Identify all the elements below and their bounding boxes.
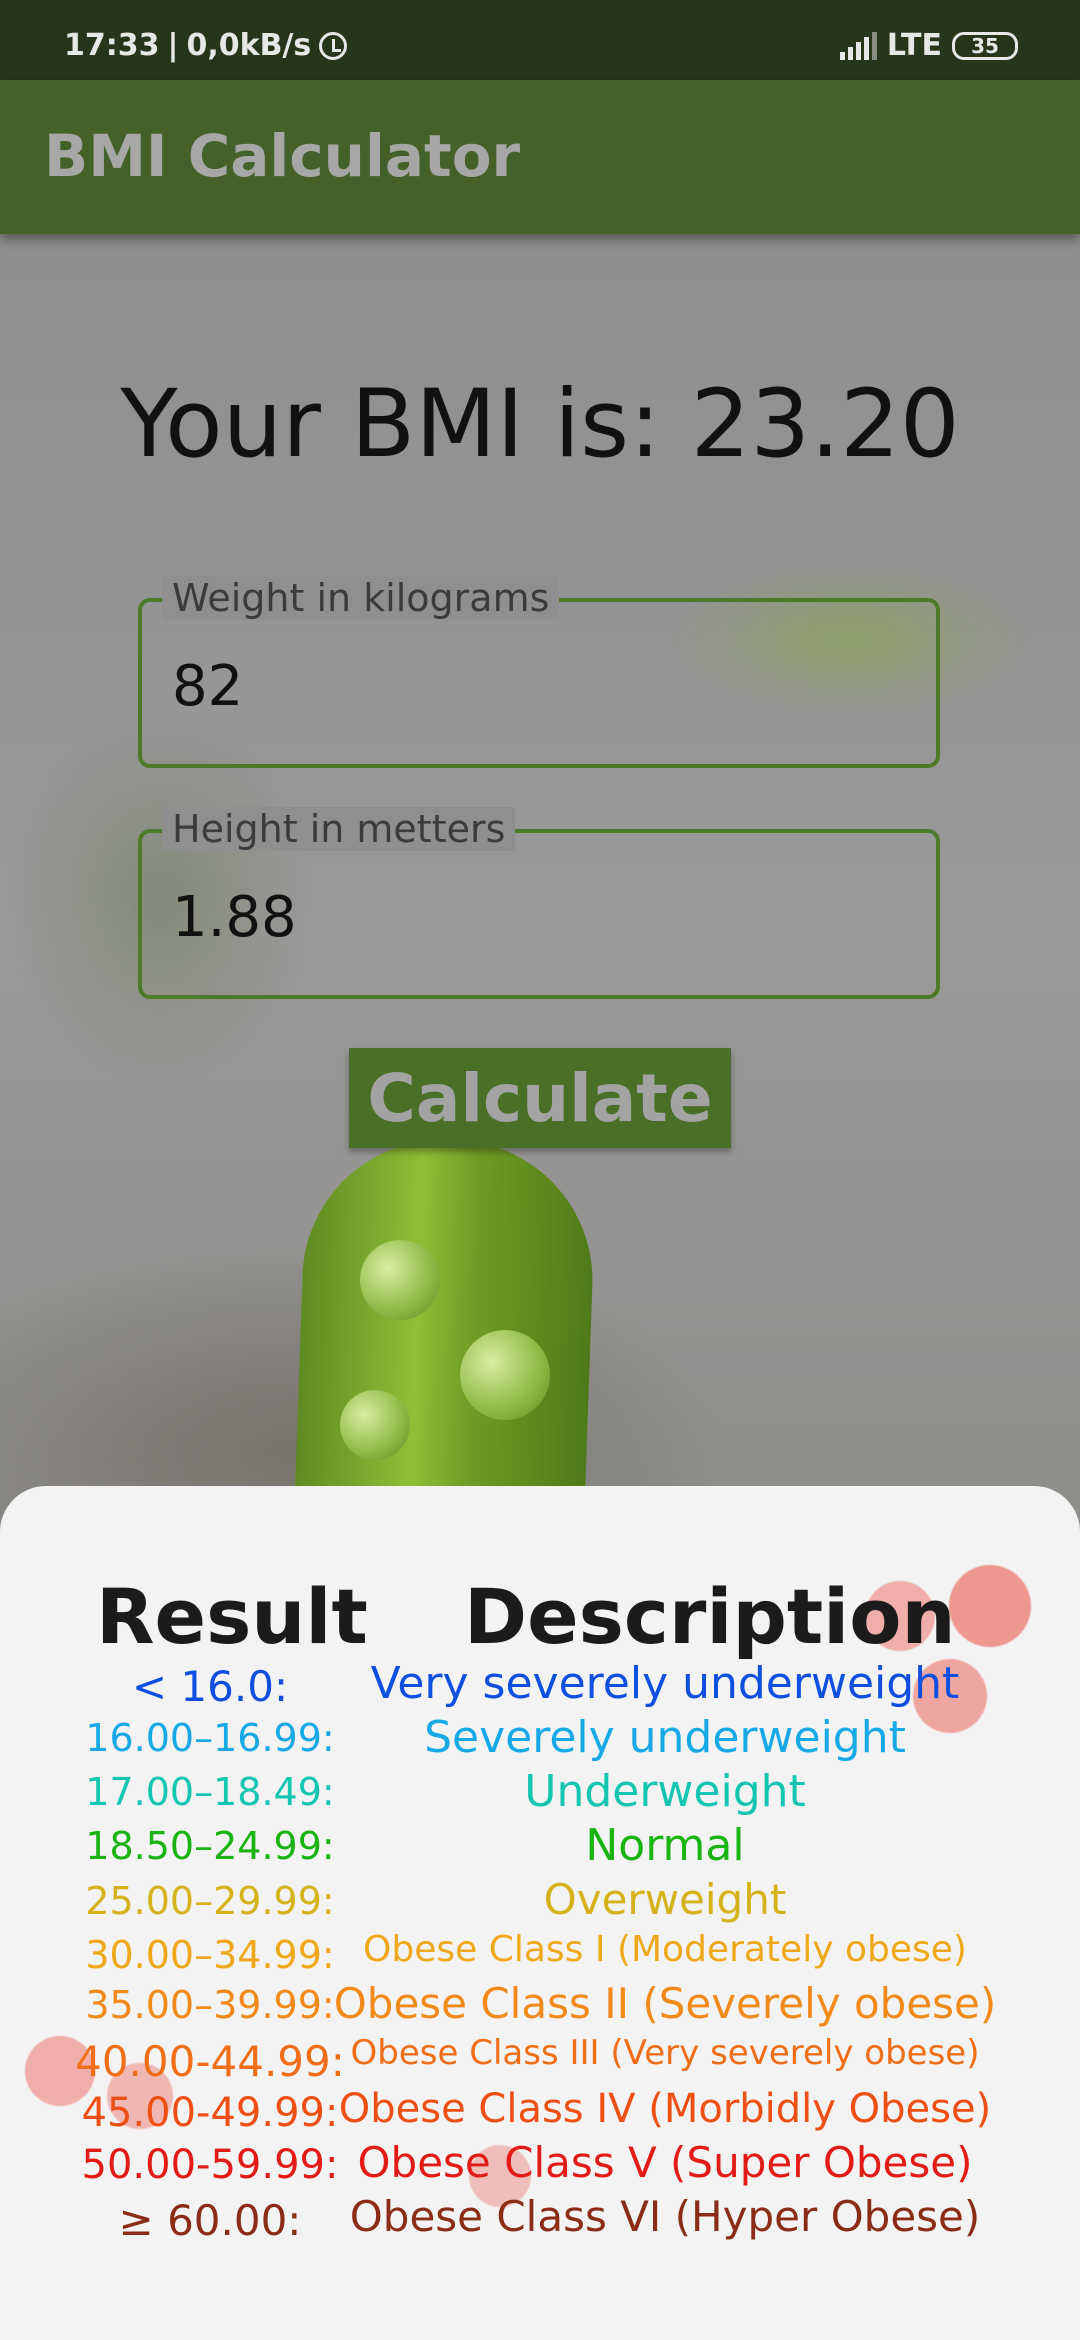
- result-description: Obese Class V (Super Obese): [357, 2138, 973, 2187]
- app-bar: BMI Calculator: [0, 80, 1080, 234]
- result-description: Overweight: [543, 1875, 787, 1924]
- result-description: Obese Class VI (Hyper Obese): [349, 2192, 981, 2241]
- height-input[interactable]: 1.88: [172, 885, 297, 950]
- status-time: 17:33: [64, 28, 160, 63]
- height-field[interactable]: Height in metters 1.88: [138, 807, 940, 999]
- result-description: Obese Class II (Severely obese): [333, 1979, 997, 2028]
- pea-image: [360, 1240, 440, 1320]
- status-bar: 17:33 | 0,0kB/s LTE 35: [0, 0, 1080, 80]
- weight-field[interactable]: Weight in kilograms 82: [138, 576, 940, 768]
- pea-image: [340, 1390, 410, 1460]
- description-header: Description: [464, 1572, 956, 1661]
- battery-icon: 35: [952, 31, 1018, 60]
- weight-field-label: Weight in kilograms: [162, 576, 560, 620]
- battery-level: 35: [971, 33, 999, 58]
- app-title: BMI Calculator: [44, 122, 521, 190]
- signal-icon: [839, 31, 877, 60]
- result-description: Obese Class IV (Morbidly Obese): [338, 2086, 992, 2132]
- status-right: LTE 35: [839, 28, 1018, 63]
- weight-input[interactable]: 82: [172, 654, 243, 719]
- pea-image: [460, 1330, 550, 1420]
- alarm-icon: [319, 31, 348, 60]
- result-header: Result: [96, 1572, 368, 1661]
- result-description: Obese Class I (Moderately obese): [363, 1929, 967, 1970]
- result-description: Obese Class III (Very severely obese): [350, 2033, 980, 2073]
- network-type: LTE: [886, 28, 942, 63]
- result-description: Very severely underweight: [370, 1658, 960, 1709]
- bmi-result: Your BMI is: 23.20: [120, 370, 960, 479]
- bmi-table-sheet: Result Description < 16.0: Very severely …: [0, 1486, 1080, 2340]
- status-separator: |: [167, 28, 179, 63]
- status-speed: 0,0kB/s: [186, 28, 312, 63]
- result-description: Normal: [585, 1820, 745, 1871]
- calculate-button[interactable]: Calculate: [349, 1048, 731, 1148]
- result-description: Underweight: [524, 1766, 806, 1817]
- result-description: Severely underweight: [424, 1712, 906, 1763]
- height-field-label: Height in metters: [162, 807, 516, 851]
- status-left: 17:33 | 0,0kB/s: [64, 28, 348, 63]
